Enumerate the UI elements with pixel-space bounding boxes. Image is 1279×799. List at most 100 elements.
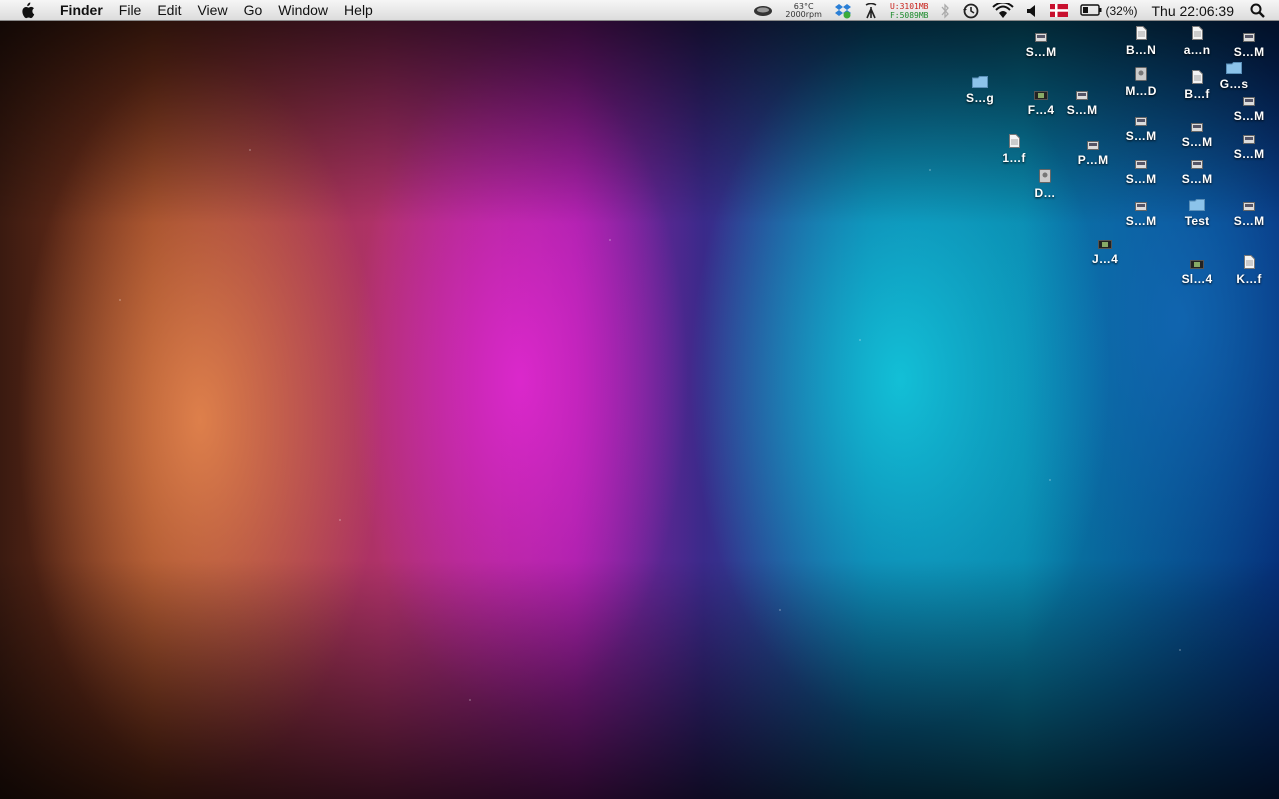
desktop-icon-label: S…M	[1025, 45, 1057, 59]
disk-icon	[1133, 67, 1149, 81]
desktop-icon[interactable]: S…M	[1119, 112, 1163, 143]
desktop-icon[interactable]: S…M	[1119, 197, 1163, 228]
desktop-icon[interactable]: Test	[1175, 197, 1219, 228]
folder-icon	[1189, 197, 1205, 211]
desktop-icon[interactable]: S…M	[1175, 155, 1219, 186]
desktop-icon[interactable]: D…	[1023, 169, 1067, 200]
desktop-icon[interactable]: P…M	[1071, 136, 1115, 167]
screenshot-icon	[1189, 155, 1205, 169]
menu-bar: Finder File Edit View Go Window Help 63°…	[0, 0, 1279, 21]
desktop-icon-label: F…4	[1027, 103, 1055, 117]
folder-icon	[1226, 60, 1242, 74]
screenshot-icon	[1189, 118, 1205, 132]
desktop-icon-label: B…N	[1126, 43, 1156, 57]
screenshot-icon	[1241, 28, 1257, 42]
memory-used-value: U:3101MB	[889, 1, 929, 11]
desktop-icon[interactable]: S…M	[1227, 130, 1271, 161]
document-icon	[1006, 134, 1022, 148]
desktop-icon[interactable]: K…f	[1227, 255, 1271, 286]
desktop-icon-label: S…M	[1233, 109, 1265, 123]
document-icon	[1189, 26, 1205, 40]
desktop-icon-label: Test	[1184, 214, 1210, 228]
menu-file[interactable]: File	[111, 0, 150, 21]
screenshot-icon	[1241, 130, 1257, 144]
temperature-readout[interactable]: 63°C 2000rpm	[785, 0, 822, 21]
desktop-icon[interactable]: M…D	[1119, 67, 1163, 98]
desktop-icon[interactable]: S…M	[1060, 86, 1104, 117]
desktop-icon[interactable]: S…M	[1227, 92, 1271, 123]
folder-icon	[972, 74, 988, 88]
document-icon	[1189, 70, 1205, 84]
desktop-icon[interactable]: G…s	[1212, 60, 1256, 91]
desktop-icon-label: a…n	[1183, 43, 1211, 57]
document-icon	[1241, 255, 1257, 269]
desktop-icon[interactable]: S…M	[1119, 155, 1163, 186]
desktop-icon[interactable]: S…M	[1175, 118, 1219, 149]
desktop-icon[interactable]: 1…f	[992, 134, 1036, 165]
network-icon[interactable]	[864, 0, 878, 21]
bluetooth-icon[interactable]	[940, 0, 950, 21]
desktop-icon-label: 1…f	[1002, 151, 1026, 165]
desktop-icon-label: D…	[1034, 186, 1056, 200]
screenshot-icon	[1033, 28, 1049, 42]
desktop-icon-label: S…M	[1233, 214, 1265, 228]
screenshot-icon	[1133, 155, 1149, 169]
document-icon	[1133, 26, 1149, 40]
flag-icon[interactable]	[1050, 0, 1069, 21]
screenshot-icon	[1074, 86, 1090, 100]
menu-edit[interactable]: Edit	[149, 0, 189, 21]
desktop-icon[interactable]: S…M	[1019, 28, 1063, 59]
memory-free-value: F:5089MB	[889, 10, 929, 20]
desktop-icon-label: S…M	[1125, 172, 1157, 186]
fan-monitor-icon[interactable]	[753, 0, 773, 21]
desktop-icon-label: S…M	[1181, 172, 1213, 186]
desktop-icon-label: S…M	[1233, 45, 1265, 59]
menu-app-name[interactable]: Finder	[52, 0, 111, 21]
desktop-icon-label: S…M	[1066, 103, 1098, 117]
fan-speed-value: 2000rpm	[785, 9, 822, 19]
desktop-icon-label: P…M	[1077, 153, 1109, 167]
screenshot-icon	[1133, 112, 1149, 126]
menu-go[interactable]: Go	[236, 0, 271, 21]
desktop-icon[interactable]: S…M	[1227, 28, 1271, 59]
desktop-icon-label: M…D	[1125, 84, 1157, 98]
desktop-icon-label: G…s	[1219, 77, 1249, 91]
battery-icon	[1080, 3, 1102, 19]
desktop-icon[interactable]: F…4	[1019, 86, 1063, 117]
desktop-icon-label: K…f	[1236, 272, 1262, 286]
video-icon	[1097, 235, 1113, 249]
desktop-icon[interactable]: S…g	[958, 74, 1002, 105]
screenshot-icon	[1241, 197, 1257, 211]
disk-icon	[1037, 169, 1053, 183]
desktop-icon-label: S…M	[1181, 135, 1213, 149]
wifi-icon[interactable]	[992, 0, 1015, 21]
screenshot-icon	[1241, 92, 1257, 106]
desktop-icon-label: S…g	[966, 91, 994, 105]
menu-window[interactable]: Window	[270, 0, 336, 21]
video-icon	[1189, 255, 1205, 269]
desktop-icon[interactable]: Sl…4	[1175, 255, 1219, 286]
desktop-icon[interactable]: S…M	[1227, 197, 1271, 228]
menu-view[interactable]: View	[189, 0, 235, 21]
spotlight-icon[interactable]	[1250, 0, 1265, 21]
screenshot-icon	[1085, 136, 1101, 150]
desktop-icon[interactable]: a…n	[1175, 26, 1219, 57]
battery-percent: (32%)	[1105, 3, 1138, 18]
menu-help[interactable]: Help	[336, 0, 381, 21]
time-machine-icon[interactable]	[962, 0, 980, 21]
apple-icon[interactable]	[18, 0, 36, 21]
desktop-icon[interactable]: B…N	[1119, 26, 1163, 57]
desktop-icon-label: S…M	[1125, 214, 1157, 228]
menu-clock[interactable]: Thu 22:06:39	[1151, 3, 1234, 19]
desktop-icon-label: B…f	[1184, 87, 1210, 101]
video-icon	[1033, 86, 1049, 100]
desktop-icon-label: S…M	[1125, 129, 1157, 143]
desktop-icon-label: J…4	[1092, 252, 1118, 266]
battery-status[interactable]: (32%)	[1080, 0, 1137, 21]
desktop-icon[interactable]: J…4	[1083, 235, 1127, 266]
volume-icon[interactable]	[1026, 0, 1038, 21]
desktop-wallpaper[interactable]	[0, 0, 1279, 799]
memory-readout[interactable]: U:3101MB F:5089MB	[890, 0, 929, 21]
dropbox-icon[interactable]	[834, 0, 852, 21]
screenshot-icon	[1133, 197, 1149, 211]
